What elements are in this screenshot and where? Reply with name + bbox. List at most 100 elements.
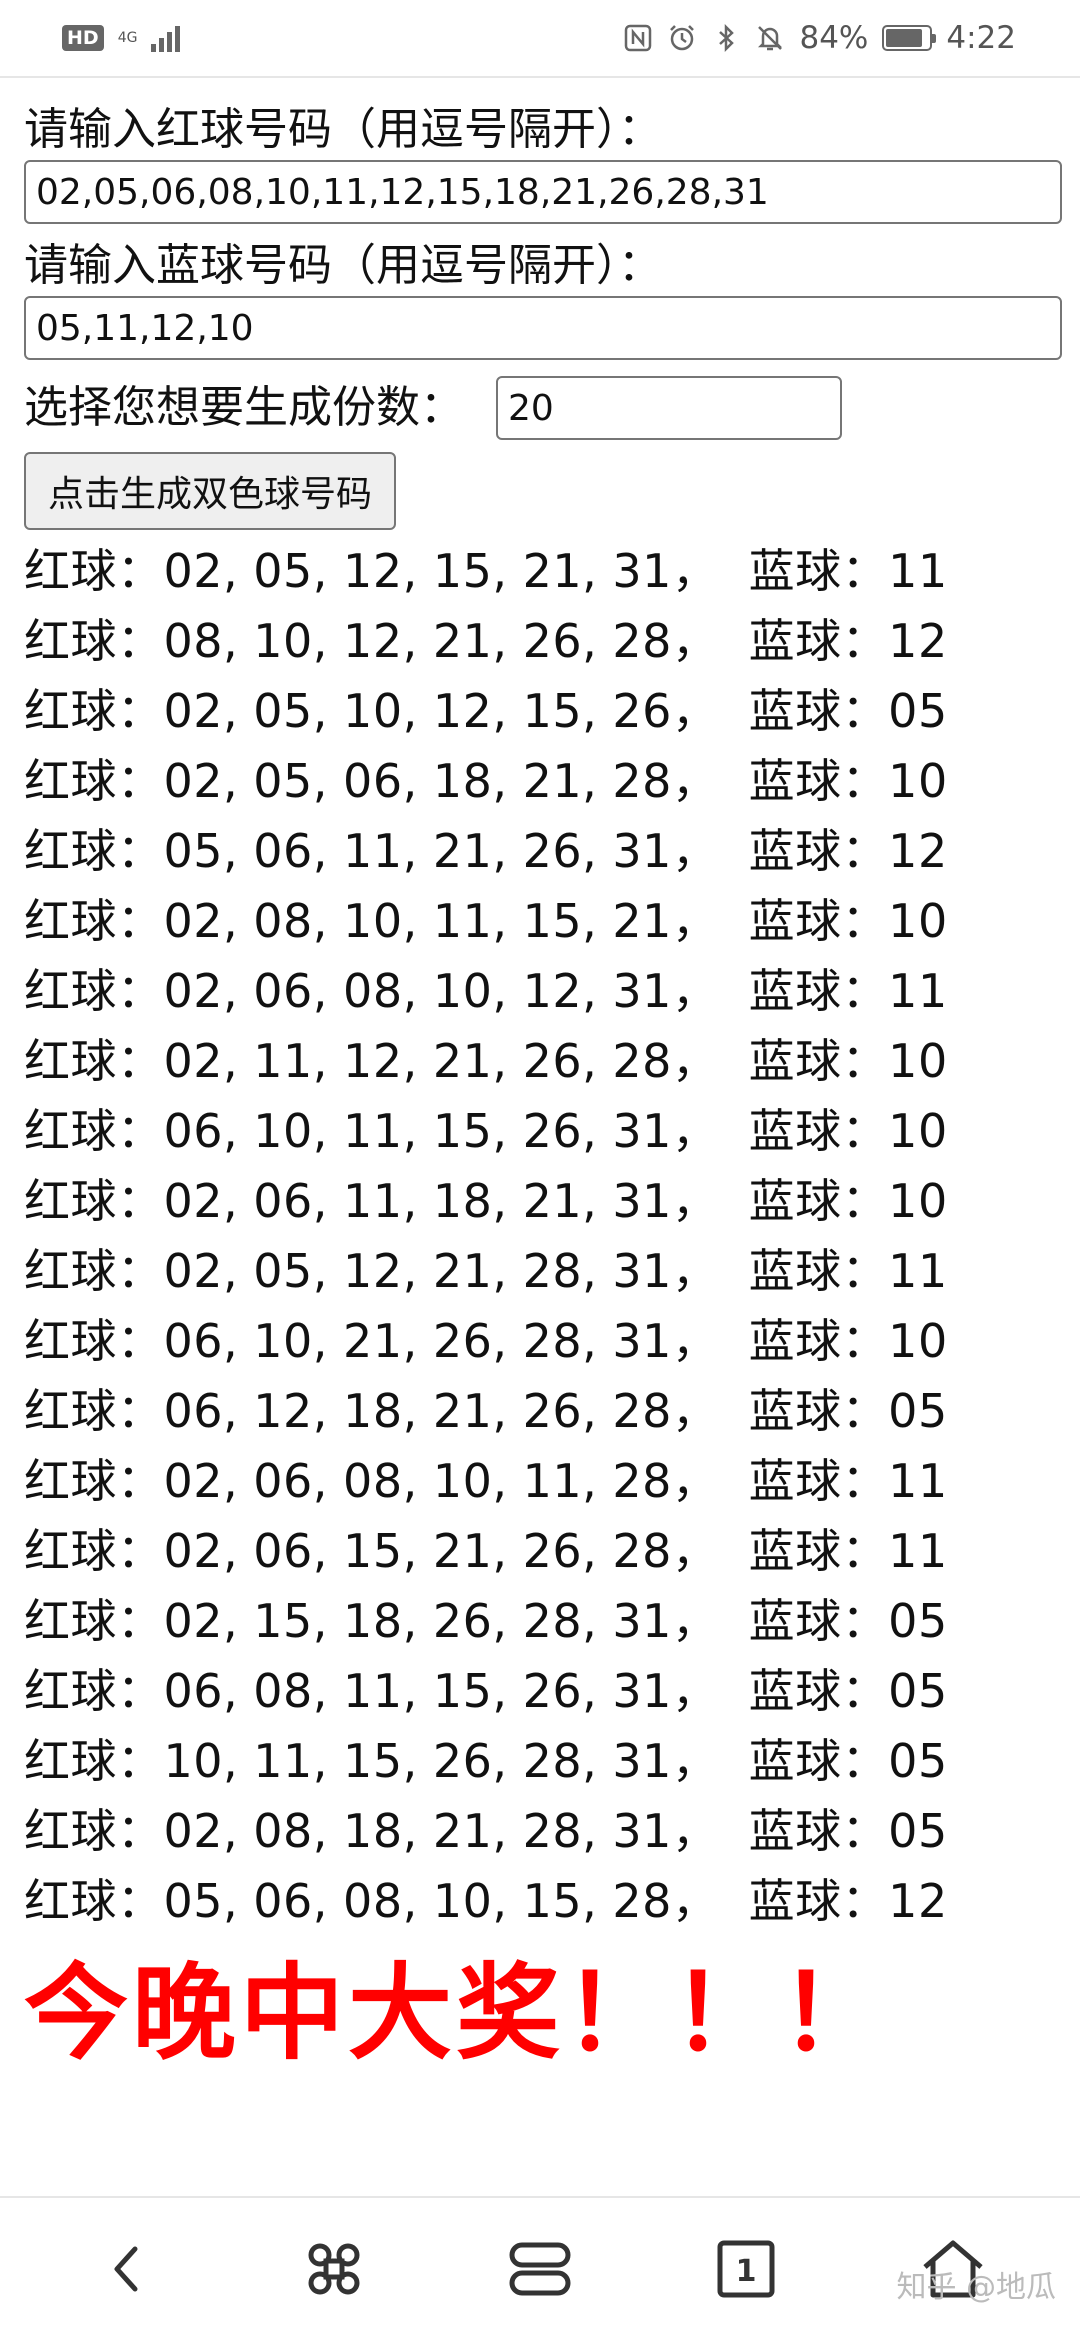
back-icon xyxy=(114,2246,138,2292)
red-prefix: 红球： xyxy=(24,1384,164,1438)
red-prefix: 红球： xyxy=(24,614,164,668)
nav-tabs-button[interactable] xyxy=(480,2209,600,2329)
red-numbers: 05, 06, 11, 21, 26, 31 xyxy=(163,824,672,878)
status-divider xyxy=(0,76,1080,78)
shortcut-icon xyxy=(308,2243,360,2295)
blue-prefix: ， 蓝球： xyxy=(671,614,889,668)
red-prefix: 红球： xyxy=(24,824,164,878)
banner-text: 今晚中大奖！！！ xyxy=(24,1952,889,2074)
result-row: 红球：06, 12, 18, 21, 26, 28， 蓝球：05 xyxy=(24,1376,1064,1446)
red-prefix: 红球： xyxy=(24,1804,164,1858)
blue-number: 05 xyxy=(888,1384,948,1438)
result-row: 红球：05, 06, 11, 21, 26, 31， 蓝球：12 xyxy=(24,816,1064,886)
red-prefix: 红球： xyxy=(24,1524,164,1578)
result-row: 红球：06, 08, 11, 15, 26, 31， 蓝球：05 xyxy=(24,1656,1064,1726)
nfc-icon xyxy=(625,24,652,52)
red-numbers: 05, 06, 08, 10, 15, 28 xyxy=(163,1874,672,1928)
blue-number: 10 xyxy=(888,894,948,948)
blue-prefix: ， 蓝球： xyxy=(671,1244,889,1298)
result-row: 红球：02, 15, 18, 26, 28, 31， 蓝球：05 xyxy=(24,1586,1064,1656)
red-ball-input[interactable] xyxy=(24,160,1062,224)
red-prefix: 红球： xyxy=(24,1174,164,1228)
red-numbers: 02, 08, 18, 21, 28, 31 xyxy=(163,1804,672,1858)
blue-prefix: ， 蓝球： xyxy=(671,1174,889,1228)
result-row: 红球：05, 06, 08, 10, 15, 28， 蓝球：12 xyxy=(24,1866,1064,1936)
battery-icon xyxy=(882,25,937,51)
result-row: 红球：10, 11, 15, 26, 28, 31， 蓝球：05 xyxy=(24,1726,1064,1796)
red-prefix: 红球： xyxy=(24,754,164,808)
blue-prefix: ， 蓝球： xyxy=(671,1034,889,1088)
blue-prefix: ， 蓝球： xyxy=(671,1454,889,1508)
blue-number: 05 xyxy=(888,1664,948,1718)
red-prefix: 红球： xyxy=(24,1664,164,1718)
red-numbers: 10, 11, 15, 26, 28, 31 xyxy=(163,1734,672,1788)
generate-button[interactable]: 点击生成双色球号码 xyxy=(24,452,397,530)
battery-percent: 84% xyxy=(799,20,869,56)
red-prefix: 红球： xyxy=(24,1314,164,1368)
blue-number: 11 xyxy=(888,1524,948,1578)
result-row: 红球：02, 08, 10, 11, 15, 21， 蓝球：10 xyxy=(24,886,1064,956)
result-row: 红球：02, 05, 12, 15, 21, 31， 蓝球：11 xyxy=(24,536,1064,606)
result-row: 红球：02, 05, 06, 18, 21, 28， 蓝球：10 xyxy=(24,746,1064,816)
blue-number: 10 xyxy=(888,754,948,808)
blue-ball-label: 请输入蓝球号码（用逗号隔开）： xyxy=(24,240,662,291)
status-left: HD 4G xyxy=(62,24,181,52)
blue-prefix: ， 蓝球： xyxy=(671,1594,889,1648)
red-prefix: 红球： xyxy=(24,544,164,598)
result-row: 红球：02, 05, 10, 12, 15, 26， 蓝球：05 xyxy=(24,676,1064,746)
status-time: 4:22 xyxy=(946,20,1016,56)
network-gen-label: 4G xyxy=(118,31,138,45)
red-numbers: 02, 05, 12, 15, 21, 31 xyxy=(163,544,672,598)
bluetooth-icon xyxy=(719,23,735,53)
count-input[interactable] xyxy=(496,376,842,440)
alarm-icon xyxy=(670,25,695,51)
count-row: 选择您想要生成份数： xyxy=(24,372,1064,444)
results-list: 红球：02, 05, 12, 15, 21, 31， 蓝球：11 红球：08, 1… xyxy=(24,536,1064,1936)
count-label: 选择您想要生成份数： xyxy=(24,382,464,433)
blue-number: 12 xyxy=(888,614,948,668)
red-numbers: 02, 05, 12, 21, 28, 31 xyxy=(163,1244,672,1298)
blue-prefix: ， 蓝球： xyxy=(671,1664,889,1718)
blue-prefix: ， 蓝球： xyxy=(671,754,889,808)
blue-prefix: ， 蓝球： xyxy=(671,684,889,738)
blue-prefix: ， 蓝球： xyxy=(671,824,889,878)
blue-number: 11 xyxy=(888,1244,948,1298)
red-numbers: 02, 15, 18, 26, 28, 31 xyxy=(163,1594,672,1648)
red-prefix: 红球： xyxy=(24,1454,164,1508)
blue-prefix: ， 蓝球： xyxy=(671,1804,889,1858)
blue-prefix: ， 蓝球： xyxy=(671,1734,889,1788)
red-prefix: 红球： xyxy=(24,1034,164,1088)
red-prefix: 红球： xyxy=(24,964,164,1018)
blue-number: 10 xyxy=(888,1034,948,1088)
nav-pages-button[interactable]: 1 xyxy=(686,2209,806,2329)
mute-icon xyxy=(758,26,783,51)
nav-back-button[interactable] xyxy=(67,2209,187,2329)
blue-number: 12 xyxy=(888,824,948,878)
nav-shortcut-button[interactable] xyxy=(274,2209,394,2329)
red-numbers: 06, 12, 18, 21, 26, 28 xyxy=(163,1384,672,1438)
blue-number: 11 xyxy=(888,1454,948,1508)
signal-icon xyxy=(151,24,181,52)
blue-number: 11 xyxy=(888,544,948,598)
blue-prefix: ， 蓝球： xyxy=(671,1384,889,1438)
red-prefix: 红球： xyxy=(24,894,164,948)
pages-icon: 1 xyxy=(717,2240,775,2298)
blue-ball-input[interactable] xyxy=(24,296,1062,360)
blue-prefix: ， 蓝球： xyxy=(671,1104,889,1158)
hd-badge: HD xyxy=(62,25,104,51)
blue-prefix: ， 蓝球： xyxy=(671,544,889,598)
result-row: 红球：06, 10, 21, 26, 28, 31， 蓝球：10 xyxy=(24,1306,1064,1376)
red-prefix: 红球： xyxy=(24,1244,164,1298)
battery-fill xyxy=(886,29,922,47)
blue-prefix: ， 蓝球： xyxy=(671,1524,889,1578)
red-numbers: 06, 10, 11, 15, 26, 31 xyxy=(163,1104,672,1158)
result-row: 红球：02, 05, 12, 21, 28, 31， 蓝球：11 xyxy=(24,1236,1064,1306)
red-numbers: 02, 06, 15, 21, 26, 28 xyxy=(163,1524,672,1578)
blue-prefix: ， 蓝球： xyxy=(671,894,889,948)
tabs-icon xyxy=(509,2242,571,2296)
blue-number: 10 xyxy=(888,1314,948,1368)
blue-prefix: ， 蓝球： xyxy=(671,1874,889,1928)
red-numbers: 02, 11, 12, 21, 26, 28 xyxy=(163,1034,672,1088)
blue-number: 05 xyxy=(888,1594,948,1648)
red-numbers: 06, 10, 21, 26, 28, 31 xyxy=(163,1314,672,1368)
